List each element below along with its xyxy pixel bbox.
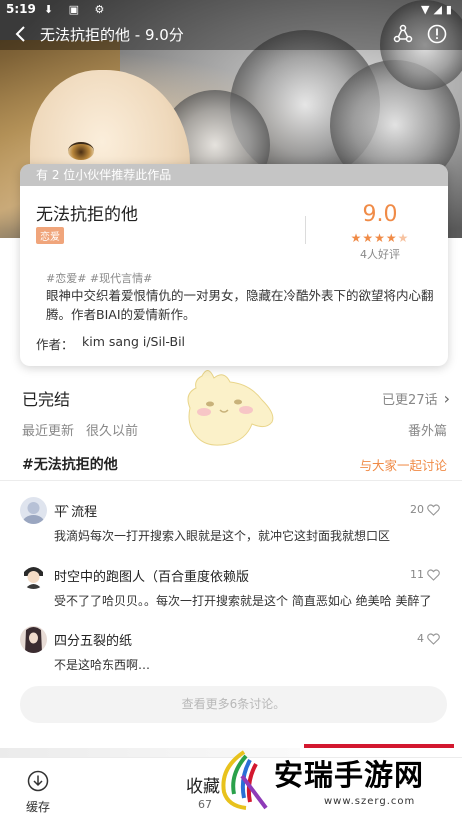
like-button[interactable]: 20 bbox=[410, 503, 440, 516]
view-more-comments-button[interactable]: 查看更多6条讨论。 bbox=[20, 686, 447, 723]
author-name[interactable]: kim sang i/Sil-Bil bbox=[82, 334, 185, 349]
comment-username[interactable]: 时空中的跑图人（百合重度依赖版 bbox=[54, 566, 249, 585]
description: 眼神中交织着爱恨情仇的一对男女，隐藏在冷酷外表下的欲望将内心翻腾。作者BIAI的… bbox=[46, 288, 434, 322]
recommend-banner: 有 2 位小伙伴推荐此作品 bbox=[20, 164, 448, 186]
comic-info-card: 有 2 位小伙伴推荐此作品 无法抗拒的他 恋爱 9.0 ★★★★★ 4人好评 #… bbox=[20, 164, 448, 366]
comment-username[interactable]: 平 ̀流程 bbox=[54, 501, 97, 520]
comment-item[interactable]: 四分五裂的纸 4 不是这哈东西啊… bbox=[20, 626, 440, 676]
score-value: 9.0 bbox=[362, 202, 398, 227]
like-button[interactable]: 11 bbox=[410, 568, 440, 581]
status-notification-icons: ⬇ ▣ ⚙ bbox=[43, 2, 111, 16]
download-button[interactable]: 缓存 bbox=[16, 770, 60, 815]
comment-text: 不是这哈东西啊… bbox=[54, 658, 151, 672]
info-icon bbox=[427, 24, 447, 44]
extra-chapter-link[interactable]: 番外篇 bbox=[408, 420, 447, 439]
share-button[interactable] bbox=[392, 23, 414, 45]
avatar[interactable] bbox=[20, 497, 47, 524]
review-count: 4人好评 bbox=[360, 248, 400, 261]
like-button[interactable]: 4 bbox=[417, 632, 440, 645]
watermark-logo: 安瑞手游网 www.szerg.com bbox=[212, 738, 462, 816]
watermark-bar bbox=[304, 744, 454, 748]
stars-full: ★★★★ bbox=[350, 231, 398, 245]
heart-icon bbox=[427, 503, 440, 516]
watermark-emblem-icon bbox=[221, 750, 268, 810]
recent-update-label: 最近更新 bbox=[22, 424, 75, 439]
comment-item[interactable]: 平 ̀流程 20 我滴妈每次一打开搜索入眼就是这个，就冲它这封面我就想口区 bbox=[20, 497, 440, 547]
page-title: 无法抗拒的他 - 9.0分 bbox=[40, 25, 184, 44]
discuss-button[interactable]: 与大家一起讨论 bbox=[359, 455, 447, 474]
avatar[interactable] bbox=[20, 562, 47, 589]
like-count: 11 bbox=[410, 568, 424, 581]
back-arrow-icon bbox=[15, 26, 25, 42]
comment-item[interactable]: 时空中的跑图人（百合重度依赖版 11 受不了了哈贝贝。。每次一打开搜索就是这个 … bbox=[20, 562, 440, 612]
genre-badge[interactable]: 恋爱 bbox=[36, 227, 64, 244]
watermark-brand: 安瑞手游网 bbox=[274, 758, 425, 792]
download-icon bbox=[27, 770, 49, 792]
comment-text: 我滴妈每次一打开搜索入眼就是这个，就冲它这封面我就想口区 bbox=[54, 529, 391, 543]
report-button[interactable] bbox=[426, 23, 448, 45]
rating-stars: ★★★★★ bbox=[320, 231, 440, 245]
chevron-right-icon: › bbox=[443, 388, 450, 408]
chapter-count: 已更27话 › bbox=[382, 389, 450, 408]
comment-text: 受不了了哈贝贝。。每次一打开搜索就是这个 简直恶如心 绝美哈 美醉了 bbox=[54, 594, 432, 608]
tag-list[interactable]: #恋爱# #现代言情# bbox=[46, 270, 152, 286]
heart-icon bbox=[427, 632, 440, 645]
divider bbox=[305, 216, 306, 244]
star-half-icon: ★ bbox=[397, 231, 410, 245]
like-count: 4 bbox=[417, 632, 424, 645]
title-bar: 无法抗拒的他 - 9.0分 bbox=[0, 18, 462, 50]
watermark-url: www.szerg.com bbox=[324, 796, 416, 807]
status-bar: 5:19 ⬇ ▣ ⚙ ▼◢▮ bbox=[0, 0, 462, 18]
favorite-count: 67 bbox=[198, 798, 212, 811]
recent-update-value: 很久以前 bbox=[86, 424, 139, 439]
completion-status: 已完结 bbox=[22, 390, 71, 409]
topic-header: #无法抗拒的他 与大家一起讨论 bbox=[22, 454, 447, 474]
author-label: 作者： bbox=[36, 337, 74, 352]
avatar[interactable] bbox=[20, 626, 47, 653]
status-system-icons: ▼◢▮ bbox=[421, 2, 456, 16]
share-icon bbox=[393, 24, 413, 43]
comment-username[interactable]: 四分五裂的纸 bbox=[54, 630, 132, 649]
chapter-count-text: 已更27话 bbox=[382, 392, 438, 408]
divider bbox=[0, 480, 462, 481]
like-count: 20 bbox=[410, 503, 424, 516]
back-button[interactable] bbox=[0, 18, 40, 50]
comic-title: 无法抗拒的他 bbox=[36, 205, 138, 225]
mascot-illustration bbox=[187, 370, 274, 446]
heart-icon bbox=[427, 568, 440, 581]
status-time: 5:19 bbox=[6, 2, 36, 16]
topic-title: #无法抗拒的他 bbox=[22, 457, 118, 473]
download-label: 缓存 bbox=[25, 800, 50, 814]
